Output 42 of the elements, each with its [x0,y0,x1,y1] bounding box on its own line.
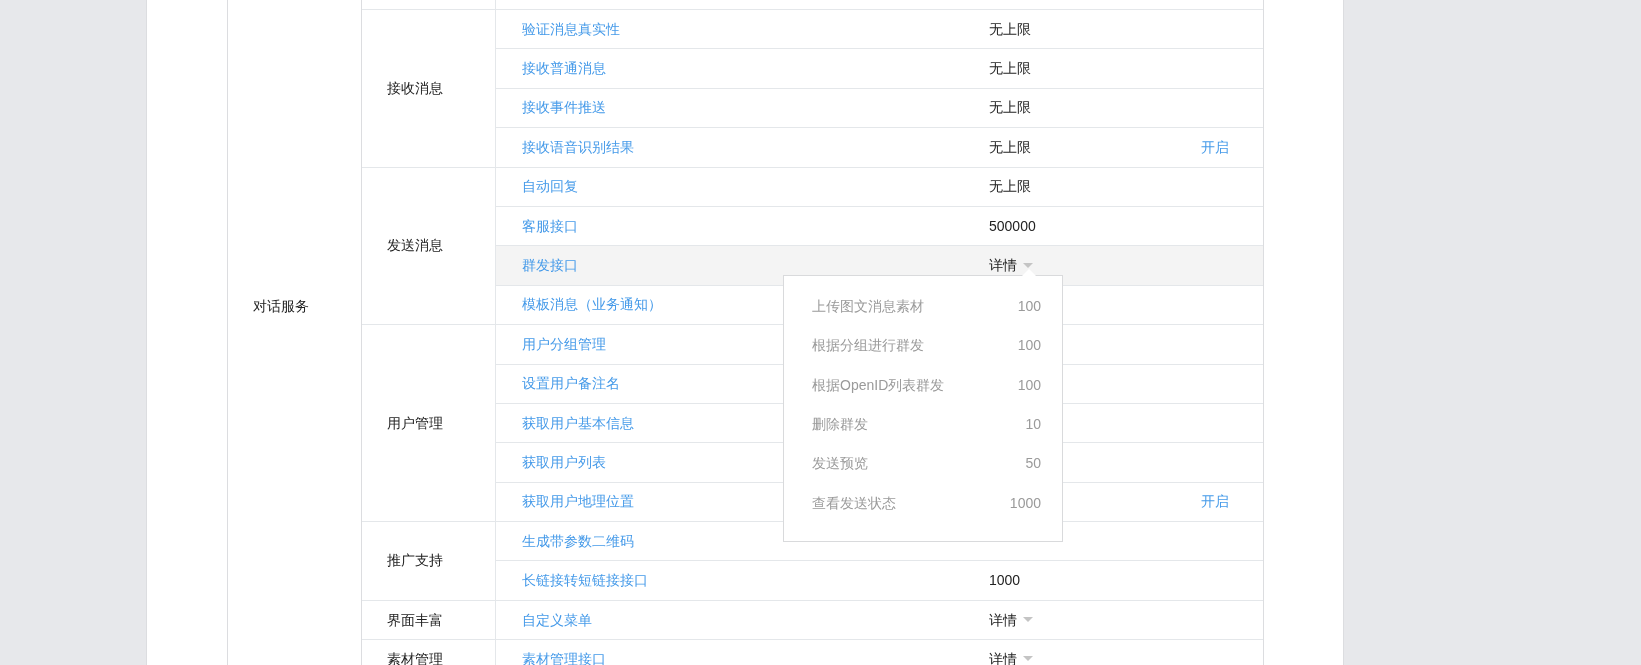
limit-value: 无上限 [989,20,1031,37]
details-toggle[interactable]: 详情 [989,255,1033,277]
detail-name: 根据分组进行群发 [812,336,924,356]
detail-value: 50 [1025,454,1041,474]
api-link[interactable]: 验证消息真实性 [496,18,989,40]
detail-name: 上传图文消息素材 [812,296,924,316]
enable-link[interactable]: 开启 [1201,491,1229,513]
enable-link[interactable]: 开启 [1201,136,1229,158]
detail-name: 发送预览 [812,454,868,474]
api-link[interactable]: 接收事件推送 [496,97,989,119]
api-link[interactable]: 自定义菜单 [496,609,989,631]
group-label: 用户管理 [387,413,443,433]
limit-value: 1000 [989,572,1021,589]
api-link[interactable]: 接收语音识别结果 [496,136,989,158]
detail-name: 查看发送状态 [812,493,896,513]
detail-value: 100 [1017,296,1041,316]
api-link[interactable]: 长链接转短链接接口 [496,570,989,592]
limit-value: 500000 [989,217,1036,234]
api-link[interactable]: 客服接口 [496,215,989,237]
detail-value: 100 [1017,375,1041,395]
limit-value: 无上限 [989,178,1031,195]
caret-icon [1023,262,1033,269]
group-label: 推广支持 [387,551,443,571]
details-toggle[interactable]: 详情 [989,609,1033,631]
detail-value: 100 [1017,336,1041,356]
caret-icon [1023,617,1033,624]
limit-value: 无上限 [989,60,1031,77]
api-link[interactable]: 群发接口 [496,255,989,277]
group-label: 接收消息 [387,78,443,98]
detail-name: 删除群发 [812,414,868,434]
api-link[interactable]: 自动回复 [496,176,989,198]
caret-icon [1023,656,1033,663]
detail-value: 1000 [1009,493,1041,513]
group-label: 界面丰富 [387,610,443,630]
api-link[interactable]: 接收普通消息 [496,58,989,80]
detail-name: 根据OpenID列表群发 [812,375,945,395]
limit-value: 无上限 [989,99,1031,116]
limit-value: 无上限 [989,138,1031,155]
group-label: 发送消息 [387,236,443,256]
detail-value: 10 [1025,414,1041,434]
details-toggle[interactable]: 详情 [989,648,1033,665]
category-label: 对话服务 [253,298,309,314]
